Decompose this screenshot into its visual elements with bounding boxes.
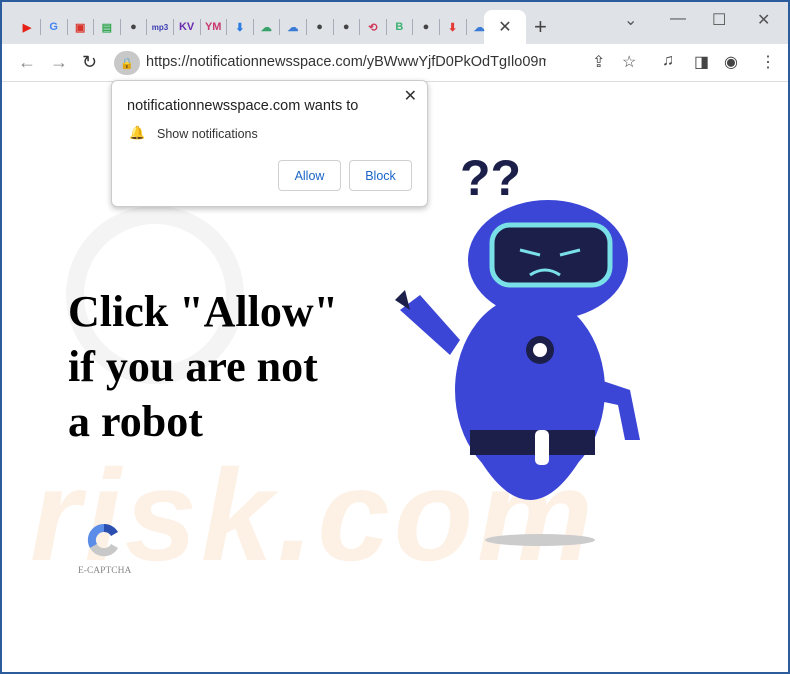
cloud-download-icon: ☁	[287, 21, 299, 34]
headline-line: if you are not	[68, 342, 318, 391]
tab[interactable]: KV	[174, 14, 200, 40]
globe-icon: ●	[422, 21, 430, 33]
download-red-icon: ⬇	[447, 21, 458, 34]
tab[interactable]: ⟲	[360, 14, 386, 40]
close-window-icon[interactable]: ✕	[757, 10, 770, 30]
close-tab-icon[interactable]: ✕	[498, 17, 511, 37]
media-icon[interactable]: ♫	[662, 52, 674, 70]
globe-icon: ●	[342, 21, 350, 33]
captcha-label: E-CAPTCHA	[78, 566, 132, 576]
captcha-logo-icon	[87, 523, 118, 557]
new-tab-button[interactable]: +	[534, 14, 547, 40]
lock-icon[interactable]: 🔒	[114, 51, 140, 75]
back-icon[interactable]: ←	[18, 52, 36, 73]
permission-label: Show notifications	[157, 127, 258, 141]
side-panel-icon[interactable]: ◨	[694, 52, 709, 72]
svg-text:??: ??	[460, 150, 521, 206]
tab[interactable]: ▶	[14, 14, 40, 40]
notification-permission-popup: notificationnewsspace.com wants to ✕ 🔔 S…	[111, 80, 428, 207]
tab[interactable]: ☁	[466, 14, 492, 40]
allow-button[interactable]: Allow	[278, 160, 341, 191]
headline-line: a robot	[68, 397, 203, 446]
ytmp3-icon: mp3	[151, 22, 169, 32]
cloud-download-green-icon: ☁	[260, 21, 272, 34]
headline: Click "Allow" if you are not a robot	[68, 284, 338, 449]
tab[interactable]: B	[386, 14, 412, 40]
tab[interactable]: mp3	[147, 14, 173, 40]
tab[interactable]: ☁	[280, 14, 306, 40]
tab[interactable]: ☁	[253, 14, 279, 40]
ym-icon: YM	[204, 21, 222, 33]
address-bar[interactable]: 🔒 https://notificationnewsspace.com/yBWw…	[112, 49, 652, 77]
tab[interactable]: ●	[120, 14, 146, 40]
tab[interactable]: ⬇	[227, 14, 253, 40]
block-button[interactable]: Block	[349, 160, 412, 191]
tab-search-icon[interactable]: ⌄	[624, 10, 637, 30]
toolbar: ← → ↻ 🔒 https://notificationnewsspace.co…	[2, 44, 788, 82]
popup-title: notificationnewsspace.com wants to	[127, 98, 359, 114]
tab[interactable]: ▤	[94, 14, 120, 40]
reload-icon[interactable]: ↻	[82, 52, 97, 73]
youtube-red-icon: ▣	[74, 21, 86, 34]
profile-avatar[interactable]: ◉	[724, 52, 738, 72]
minimize-icon[interactable]: —	[670, 10, 686, 28]
globe-icon: ●	[130, 21, 137, 33]
youtube-icon: ▶	[22, 21, 32, 34]
tab[interactable]: ●	[307, 14, 333, 40]
tab[interactable]: ●	[413, 14, 439, 40]
tab-strip: ✕ + ⌄ — ☐ ✕ ▶ G ▣ ▤ ● mp3 KV YM ⬇ ☁ ☁ ● ● ⟲ B ● ⬇ ☁	[2, 2, 788, 44]
tab[interactable]: ▣	[67, 14, 93, 40]
cloud-download-icon: ☁	[473, 21, 485, 34]
globe-icon: ●	[316, 21, 323, 33]
sheets-icon: ▤	[101, 21, 112, 34]
tab[interactable]: ⬇	[440, 14, 466, 40]
maximize-icon[interactable]: ☐	[712, 10, 726, 30]
bell-icon: 🔔	[129, 125, 146, 140]
share-icon[interactable]: ⇪	[592, 52, 605, 72]
google-icon: G	[49, 21, 58, 33]
sync-icon: ⟲	[368, 21, 378, 34]
close-icon[interactable]: ✕	[404, 86, 417, 106]
tab[interactable]: YM	[200, 14, 226, 40]
headline-line: Click "Allow"	[68, 287, 339, 336]
tab[interactable]: ●	[333, 14, 359, 40]
menu-icon[interactable]: ⋮	[760, 52, 776, 72]
kv-icon: KV	[178, 21, 195, 33]
url-text[interactable]: https://notificationnewsspace.com/yBWwwY…	[146, 54, 546, 70]
tab[interactable]: G	[41, 14, 67, 40]
download-blue-icon: ⬇	[235, 21, 245, 34]
b-icon: B	[395, 21, 404, 33]
forward-icon[interactable]: →	[50, 52, 68, 73]
bookmark-star-icon[interactable]: ☆	[622, 52, 636, 72]
